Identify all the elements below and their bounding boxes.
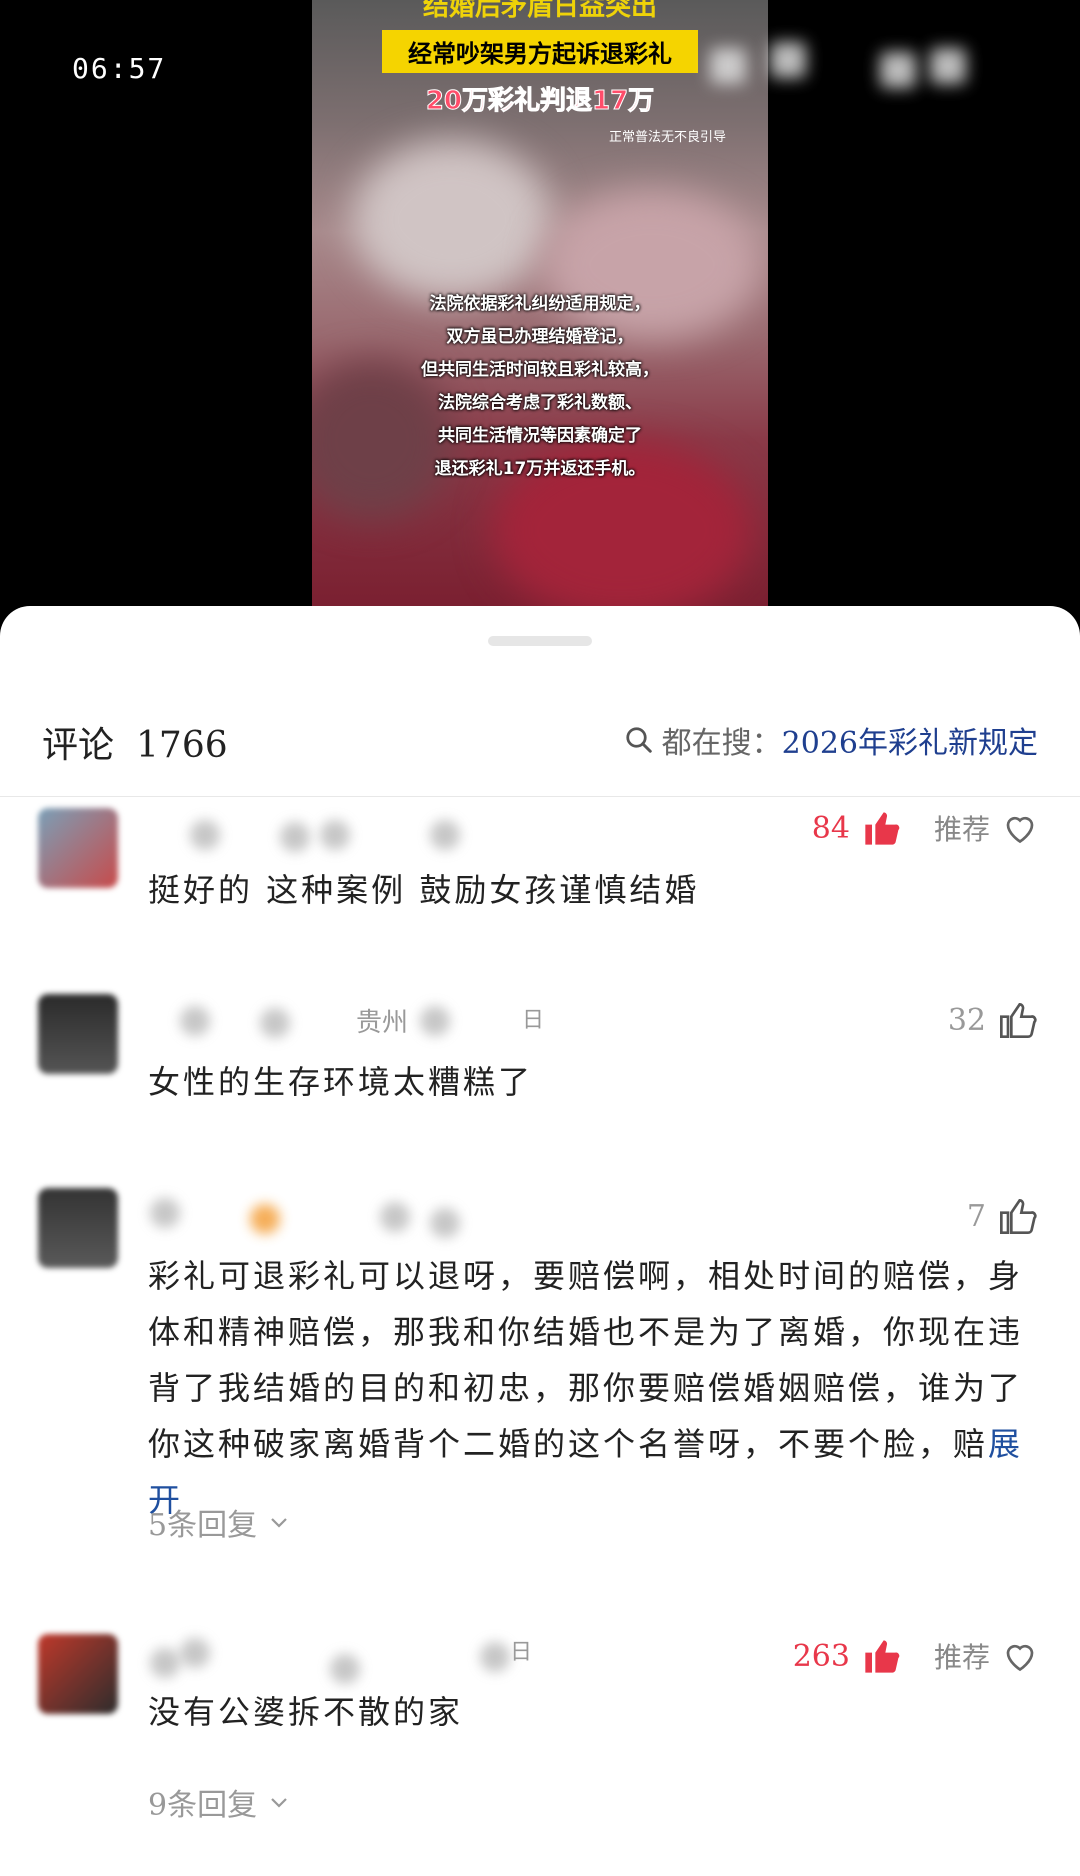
comments-label: 评论	[42, 725, 115, 766]
like-count: 84	[811, 810, 850, 846]
subtitle-line: 退还彩礼17万并返还手机。	[434, 459, 646, 479]
video-note: 正常普法无不良引导	[608, 130, 726, 145]
clock: 06:57	[72, 52, 167, 85]
heart-icon[interactable]	[1002, 1638, 1038, 1674]
replies-count: 5条回复	[148, 1508, 258, 1543]
username-blurred[interactable]	[150, 1636, 570, 1686]
comments-title: 评论 1766	[42, 716, 228, 768]
video-subtitle: 法院依据彩礼纠纷适用规定， 双方虽已办理结婚登记， 但共同生活时间较且彩礼较高，…	[312, 288, 768, 486]
subtitle-line: 共同生活情况等因素确定了	[438, 426, 642, 446]
comment-actions: 263 推荐	[793, 1636, 1038, 1676]
recommend-label[interactable]: 推荐	[934, 808, 990, 848]
heart-icon[interactable]	[1002, 810, 1038, 846]
avatar[interactable]	[38, 1188, 118, 1268]
comment-text: 彩礼可退彩礼可以退呀，要赔偿啊，相处时间的赔偿，身体和精神赔偿，那我和你结婚也不…	[148, 1248, 1038, 1528]
search-prefix: 都在搜：	[661, 726, 782, 761]
view-replies[interactable]: 9条回复	[148, 1780, 291, 1824]
search-keyword[interactable]: 2026年彩礼新规定	[782, 718, 1038, 762]
like-count: 263	[792, 1638, 850, 1674]
chevron-down-icon	[271, 1798, 287, 1808]
comment-actions: 7	[967, 1196, 1038, 1236]
comment-date: 日	[522, 1008, 545, 1033]
comment-body: 彩礼可退彩礼可以退呀，要赔偿啊，相处时间的赔偿，身体和精神赔偿，那我和你结婚也不…	[148, 1257, 1024, 1463]
subtitle-line: 但共同生活时间较且彩礼较高，	[421, 360, 659, 380]
comments-count: 1766	[136, 725, 228, 766]
search-icon	[626, 727, 652, 753]
video-frame[interactable]: 结婚后矛盾日益突出 经常吵架男方起诉退彩礼 20万彩礼判退17万 正常普法无不良…	[312, 0, 768, 610]
thumbs-up-icon[interactable]	[862, 808, 902, 848]
thumbs-up-icon[interactable]	[998, 1196, 1038, 1236]
avatar[interactable]	[38, 1634, 118, 1714]
comment-actions: 32	[948, 1000, 1038, 1040]
avatar[interactable]	[38, 808, 118, 888]
video-title-line1: 结婚后矛盾日益突出	[422, 0, 657, 22]
thumbs-up-icon[interactable]	[862, 1636, 902, 1676]
comments-panel: 评论 1766 都在搜： 2026年彩礼新规定 84 推荐 挺好的 这种案例 鼓励…	[0, 606, 1080, 1876]
comment-location: 贵州	[356, 1008, 409, 1038]
comment-item: 日 263 推荐 没有公婆拆不散的家 9条回复	[0, 1630, 1080, 1870]
blurred-shape	[352, 140, 552, 300]
subtitle-line: 双方虽已办理结婚登记，	[446, 327, 634, 347]
drag-handle[interactable]	[488, 636, 592, 646]
comments-header: 评论 1766 都在搜： 2026年彩礼新规定	[0, 666, 1080, 797]
comment-item: 7 彩礼可退彩礼可以退呀，要赔偿啊，相处时间的赔偿，身体和精神赔偿，那我和你结婚…	[0, 1182, 1080, 1562]
comment-item: 84 推荐 挺好的 这种案例 鼓励女孩谨慎结婚	[0, 804, 1080, 944]
avatar[interactable]	[38, 994, 118, 1074]
username-blurred[interactable]	[150, 812, 570, 862]
video-title-line3: 20万彩礼判退17万	[425, 86, 655, 117]
thumbs-up-icon[interactable]	[998, 1000, 1038, 1040]
search-suggestion[interactable]: 都在搜： 2026年彩礼新规定	[624, 718, 1038, 762]
like-count: 32	[947, 1002, 986, 1038]
comment-date: 日	[510, 1640, 533, 1665]
blurred-top-icons	[710, 38, 990, 98]
video-player[interactable]: 06:57 结婚后矛盾日益突出 经常吵架男方起诉退彩礼 20万彩礼判退17万 正…	[0, 0, 1080, 640]
comment-text: 挺好的 这种案例 鼓励女孩谨慎结婚	[148, 871, 700, 909]
comment-text: 没有公婆拆不散的家	[148, 1693, 464, 1731]
like-count: 7	[966, 1198, 986, 1234]
video-title-line2: 经常吵架男方起诉退彩礼	[382, 30, 698, 73]
view-replies[interactable]: 5条回复	[148, 1500, 291, 1544]
comment-actions: 84 推荐	[812, 808, 1038, 848]
comment-item: 贵州 日 32 女性的生存环境太糟糕了	[0, 988, 1080, 1128]
replies-count: 9条回复	[148, 1788, 258, 1823]
subtitle-line: 法院依据彩礼纠纷适用规定，	[429, 294, 651, 314]
subtitle-line: 法院综合考虑了彩礼数额、	[438, 393, 642, 413]
recommend-label[interactable]: 推荐	[934, 1636, 990, 1676]
chevron-down-icon	[271, 1518, 287, 1528]
username-blurred[interactable]	[150, 1194, 570, 1244]
comment-text: 女性的生存环境太糟糕了	[148, 1063, 534, 1101]
